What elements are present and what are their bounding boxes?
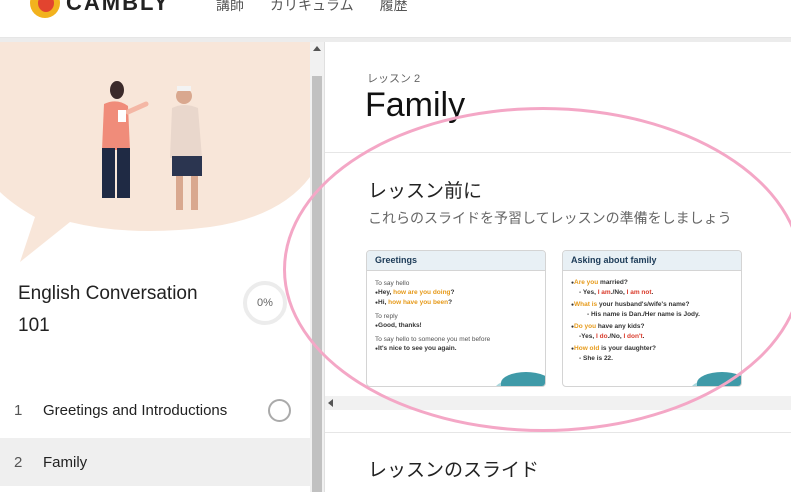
slide-label: To reply [375, 313, 398, 320]
slide-line: -Yes, I do./No, I don't. [579, 333, 645, 340]
slide-line: - His name is Dan./Her name is Jody. [587, 311, 700, 318]
slide-card-greetings[interactable]: Greetings To say hello Hey, how are you … [366, 250, 546, 387]
slide-label: To say hello to someone you met before [375, 336, 491, 343]
lesson-item-family[interactable]: 2 Family [0, 438, 310, 486]
course-progress-ring: 0% [243, 281, 287, 325]
lesson-item-greetings[interactable]: 1 Greetings and Introductions [0, 386, 310, 434]
scroll-up-arrow-icon[interactable] [313, 46, 321, 51]
before-lesson-heading: レッスン前に [368, 181, 483, 202]
slide-card-family[interactable]: Asking about family Are you married? - Y… [562, 250, 742, 387]
slide-line: Hi, how have you been? [375, 298, 537, 308]
before-lesson-subtitle: これらのスライドを予習してレッスンの準備をしましょう [368, 210, 732, 226]
top-bar: CAMBLY 講師 カリキュラム 履歴 [0, 0, 791, 38]
main-nav: 講師 カリキュラム 履歴 [216, 0, 408, 15]
wave-decoration [697, 372, 741, 386]
nav-tutors[interactable]: 講師 [216, 0, 244, 15]
divider [325, 152, 791, 153]
brand-name: CAMBLY [66, 0, 171, 15]
nav-curriculum[interactable]: カリキュラム [270, 0, 354, 15]
slide-line: How old is your daughter? [571, 344, 733, 354]
slide-line: What is your husband's/wife's name? [571, 300, 733, 310]
lesson-slides-heading: レッスンのスライド [368, 460, 540, 481]
slide-body: To say hello Hey, how are you doing? Hi,… [367, 271, 545, 358]
scroll-left-arrow-icon[interactable] [328, 399, 333, 407]
slide-label: To say hello [375, 280, 410, 287]
course-title: English Conversation 101 [18, 283, 198, 336]
course-sidebar: English Conversation 101 0% 1 Greetings … [0, 42, 310, 492]
course-illustration [0, 42, 310, 262]
slide-line: Do you have any kids? [571, 322, 733, 332]
slide-title: Greetings [367, 251, 545, 271]
scrollbar-thumb[interactable] [312, 76, 322, 492]
cambly-bird-icon [30, 0, 60, 18]
lesson-number-label: レッスン 2 [367, 73, 421, 85]
progress-text: 0% [257, 297, 273, 309]
slide-line: Hey, how are you doing? [375, 288, 537, 298]
wave-decoration [501, 372, 545, 386]
cambly-logo[interactable]: CAMBLY [30, 0, 170, 18]
lesson-title: Family [43, 453, 88, 471]
lesson-title: Greetings and Introductions [43, 401, 228, 419]
lesson-status-circle-icon [268, 399, 291, 422]
divider [325, 432, 791, 433]
slide-line: Good, thanks! [375, 321, 537, 331]
slide-line: - She is 22. [579, 355, 613, 362]
sidebar-scrollbar[interactable] [310, 42, 324, 492]
lesson-number: 2 [14, 453, 23, 471]
slide-body: Are you married? - Yes, I am./No, I am n… [563, 271, 741, 367]
slide-line: Are you married? [571, 278, 733, 288]
page-title: Family [365, 86, 466, 124]
lesson-number: 1 [14, 401, 23, 419]
lesson-main: レッスン 2 Family レッスン前に これらのスライドを予習してレッスンの準… [325, 42, 791, 492]
slide-line: It's nice to see you again. [375, 344, 537, 354]
nav-history[interactable]: 履歴 [380, 0, 408, 15]
slide-line: - Yes, I am./No, I am not. [579, 289, 654, 296]
slide-title: Asking about family [563, 251, 741, 271]
slides-horizontal-scrollbar[interactable] [325, 396, 791, 410]
